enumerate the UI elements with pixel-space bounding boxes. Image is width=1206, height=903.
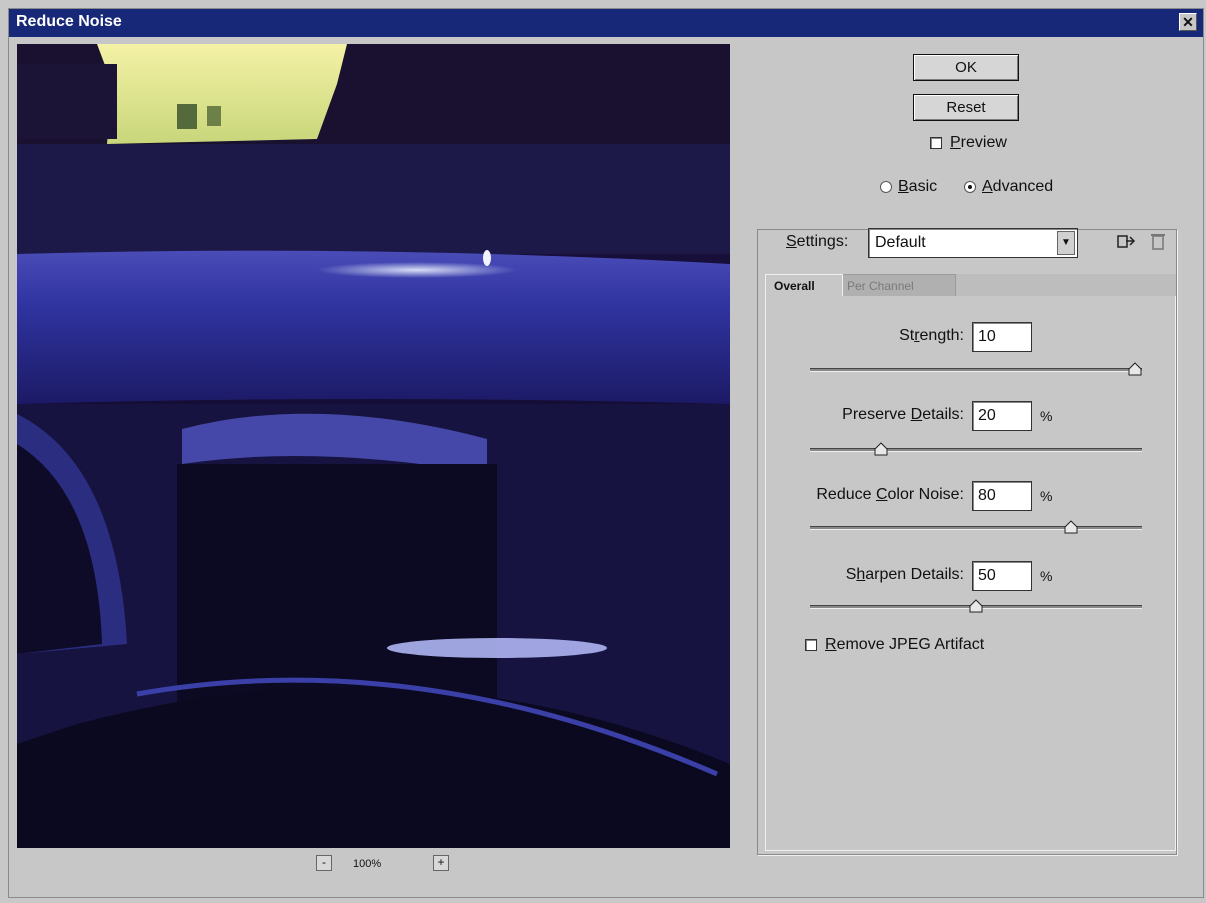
reduce-color-noise-input[interactable]: 80: [972, 481, 1032, 511]
strength-input[interactable]: 10: [972, 322, 1032, 352]
sharpen-details-label: Sharpen Details:: [845, 566, 964, 583]
zoom-out-icon: -: [322, 855, 326, 869]
reset-button[interactable]: Reset: [913, 94, 1019, 121]
preserve-details-input[interactable]: 20: [972, 401, 1032, 431]
reduce-color-noise-label: Reduce Color Noise:: [816, 486, 964, 503]
reduce-color-noise-unit: %: [1040, 488, 1053, 504]
tab-per-channel[interactable]: Per Channel: [838, 274, 956, 296]
settings-label: Settings:: [786, 233, 849, 250]
preserve-details-slider-thumb[interactable]: [874, 442, 888, 456]
reduce-color-noise-slider-track[interactable]: [810, 526, 1142, 530]
basic-radio[interactable]: [880, 181, 892, 193]
tab-overall[interactable]: Overall: [765, 274, 843, 296]
delete-settings-icon[interactable]: [1147, 230, 1169, 252]
preview-image[interactable]: [17, 44, 730, 848]
reduce-color-noise-slider-thumb[interactable]: [1064, 520, 1078, 534]
strength-slider-thumb[interactable]: [1128, 362, 1142, 376]
save-settings-icon[interactable]: [1115, 230, 1137, 252]
preserve-details-label: Preserve Details:: [842, 406, 964, 423]
chevron-down-icon[interactable]: ▼: [1057, 231, 1075, 255]
ok-button[interactable]: OK: [913, 54, 1019, 81]
zoom-in-icon: +: [437, 855, 445, 869]
preview-photo: [17, 44, 730, 848]
sharpen-details-unit: %: [1040, 568, 1053, 584]
advanced-radio-row[interactable]: Advanced: [964, 178, 1053, 196]
basic-radio-row[interactable]: Basic: [880, 178, 937, 196]
settings-value: Default: [875, 234, 926, 251]
dialog-title: Reduce Noise: [16, 13, 122, 30]
title-bar[interactable]: Reduce Noise: [9, 9, 1203, 37]
preview-label: Preview: [950, 134, 1007, 151]
advanced-label: Advanced: [982, 178, 1054, 195]
preview-checkbox[interactable]: [930, 137, 942, 149]
preserve-details-slider-track[interactable]: [810, 448, 1142, 452]
sharpen-details-input[interactable]: 50: [972, 561, 1032, 591]
close-button[interactable]: ✕: [1179, 13, 1197, 31]
advanced-radio[interactable]: [964, 181, 976, 193]
remove-jpeg-artifact-row[interactable]: Remove JPEG Artifact: [805, 636, 984, 654]
strength-slider-track[interactable]: [810, 368, 1142, 372]
preserve-details-unit: %: [1040, 408, 1053, 424]
zoom-in-button[interactable]: +: [433, 855, 449, 871]
close-icon: ✕: [1182, 14, 1194, 30]
remove-jpeg-artifact-checkbox[interactable]: [805, 639, 817, 651]
remove-jpeg-artifact-label: Remove JPEG Artifact: [825, 636, 985, 653]
settings-select[interactable]: Default ▼: [868, 228, 1078, 258]
sharpen-details-slider-thumb[interactable]: [969, 599, 983, 613]
zoom-level: 100%: [353, 858, 382, 870]
basic-label: Basic: [898, 178, 938, 195]
zoom-out-button[interactable]: -: [316, 855, 332, 871]
strength-label: Strength:: [899, 327, 964, 344]
preview-checkbox-row[interactable]: Preview: [930, 134, 1007, 152]
